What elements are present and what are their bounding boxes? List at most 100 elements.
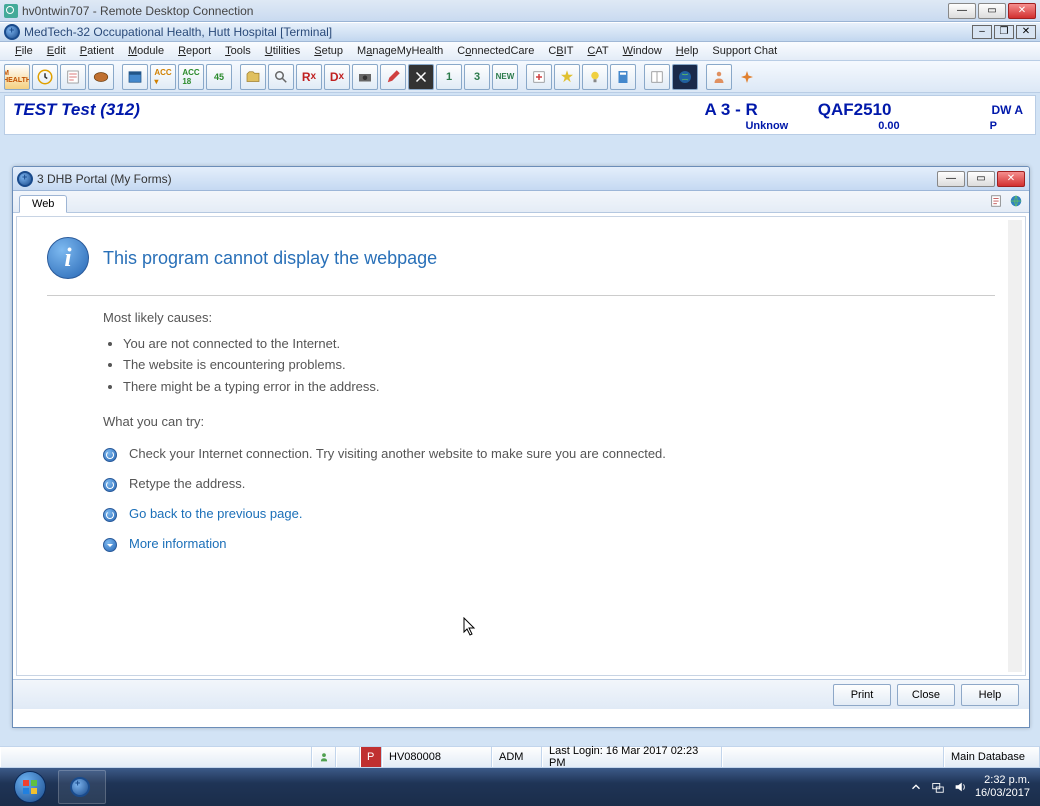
dhb-title: 3 DHB Portal (My Forms) [37,172,172,186]
cause-item: You are not connected to the Internet. [123,334,995,354]
app-titlebar: MedTech-32 Occupational Health, Hutt Hos… [0,22,1040,42]
tool-3-icon[interactable]: 3 [464,64,490,90]
tool-new-icon[interactable]: NEW [492,64,518,90]
tool-acc-icon[interactable]: ACC▾ [150,64,176,90]
tool-search-icon[interactable] [268,64,294,90]
menu-edit[interactable]: Edit [40,45,73,57]
tool-1-icon[interactable]: 1 [436,64,462,90]
tool-add-icon[interactable] [526,64,552,90]
tool-book-icon[interactable] [644,64,670,90]
tray-clock[interactable]: 2:32 p.m. 16/03/2017 [975,774,1030,800]
rdp-title: hv0ntwin707 - Remote Desktop Connection [22,4,253,18]
menu-cbit[interactable]: CBIT [541,45,580,57]
tool-form-icon[interactable] [60,64,86,90]
patient-dw: DW A [991,103,1027,117]
tool-dx-icon[interactable]: Dx [324,64,350,90]
globe-small-icon[interactable] [1009,194,1023,208]
rdp-close-button[interactable]: ✕ [1008,3,1036,19]
rdp-maximize-button[interactable]: ▭ [978,3,1006,19]
expand-icon[interactable] [103,538,117,552]
tool-health-icon[interactable]: MHEALTH [4,64,30,90]
dhb-titlebar: 3 DHB Portal (My Forms) — ▭ ✕ [13,167,1029,191]
dhb-footer: Print Close Help [13,679,1029,709]
menu-support-chat[interactable]: Support Chat [705,45,784,57]
cause-item: The website is encountering problems. [123,355,995,375]
back-icon [103,508,117,522]
error-page: i This program cannot display the webpag… [16,216,1026,676]
try-check-connection: Check your Internet connection. Try visi… [129,446,666,461]
causes-list: You are not connected to the Internet. T… [123,334,995,397]
refresh-icon [103,448,117,462]
tray-network-icon[interactable] [931,780,945,794]
patient-name: TEST Test (312) [13,100,705,120]
patient-code-a3: A 3 - R [705,100,818,120]
start-button[interactable] [6,770,54,804]
dhb-portal-window: 3 DHB Portal (My Forms) — ▭ ✕ Web i This… [12,166,1030,728]
tool-camera-icon[interactable] [352,64,378,90]
tool-sparkle-icon[interactable] [734,64,760,90]
menu-tools[interactable]: Tools [218,45,258,57]
app-restore-button[interactable]: ❐ [994,25,1014,39]
status-user-icon [312,747,336,767]
patient-sub-unknown: Unknow [745,120,788,132]
tool-window-icon[interactable] [122,64,148,90]
menu-utilities[interactable]: Utilities [258,45,307,57]
status-database: Main Database [944,747,1040,767]
patient-info-bar: TEST Test (312) A 3 - R QAF2510 DW A Unk… [4,95,1036,135]
print-button[interactable]: Print [833,684,891,706]
close-button[interactable]: Close [897,684,955,706]
tool-earth-icon[interactable] [672,64,698,90]
tool-person-icon[interactable] [706,64,732,90]
dhb-close-button[interactable]: ✕ [997,171,1025,187]
app-minimize-button[interactable]: – [972,25,992,39]
menu-managemyhealth[interactable]: ManageMyHealth [350,45,450,57]
tool-clock-icon[interactable] [32,64,58,90]
tool-folder-icon[interactable] [240,64,266,90]
tray-volume-icon[interactable] [953,780,967,794]
rdp-icon [4,4,18,18]
status-role: ADM [492,747,542,767]
menu-setup[interactable]: Setup [307,45,350,57]
menu-help[interactable]: Help [669,45,706,57]
error-title: This program cannot display the webpage [103,248,437,269]
help-button[interactable]: Help [961,684,1019,706]
scrollbar[interactable] [1008,220,1022,672]
try-heading: What you can try: [103,412,995,432]
go-back-link[interactable]: Go back to the previous page. [129,506,302,521]
tool-star-icon[interactable] [554,64,580,90]
system-tray: 2:32 p.m. 16/03/2017 [909,774,1034,800]
tool-rx-icon[interactable]: Rx [296,64,322,90]
more-info-link[interactable]: More information [129,536,227,551]
menu-patient[interactable]: Patient [73,45,121,57]
menu-file[interactable]: File [8,45,40,57]
app-close-button[interactable]: ✕ [1016,25,1036,39]
rdp-minimize-button[interactable]: — [948,3,976,19]
cursor-icon [463,617,477,637]
menu-window[interactable]: Window [616,45,669,57]
refresh-icon [103,478,117,492]
cause-item: There might be a typing error in the add… [123,377,995,397]
tool-calc-icon[interactable] [610,64,636,90]
info-icon: i [47,237,89,279]
dhb-maximize-button[interactable]: ▭ [967,171,995,187]
tool-tools-icon[interactable] [408,64,434,90]
menu-cat[interactable]: CAT [580,45,615,57]
rdp-titlebar: hv0ntwin707 - Remote Desktop Connection … [0,0,1040,22]
dhb-minimize-button[interactable]: — [937,171,965,187]
tool-45-icon[interactable]: 45 [206,64,232,90]
document-icon[interactable] [989,194,1003,208]
menu-report[interactable]: Report [171,45,218,57]
taskbar-app-button[interactable] [58,770,106,804]
tool-a45-icon[interactable]: ACC18 [178,64,204,90]
tool-globe-icon[interactable] [88,64,114,90]
tray-up-icon[interactable] [909,780,923,794]
tool-bulb-icon[interactable] [582,64,608,90]
menu-module[interactable]: Module [121,45,171,57]
tab-web[interactable]: Web [19,195,67,213]
statusbar: P HV080008 ADM Last Login: 16 Mar 2017 0… [0,746,1040,768]
tool-pencil-icon[interactable] [380,64,406,90]
dhb-tabs: Web [13,191,1029,213]
status-p-icon: P [360,747,382,767]
menu-connectedcare[interactable]: ConnectedCare [450,45,541,57]
patient-sub-amount: 0.00 [878,120,899,132]
